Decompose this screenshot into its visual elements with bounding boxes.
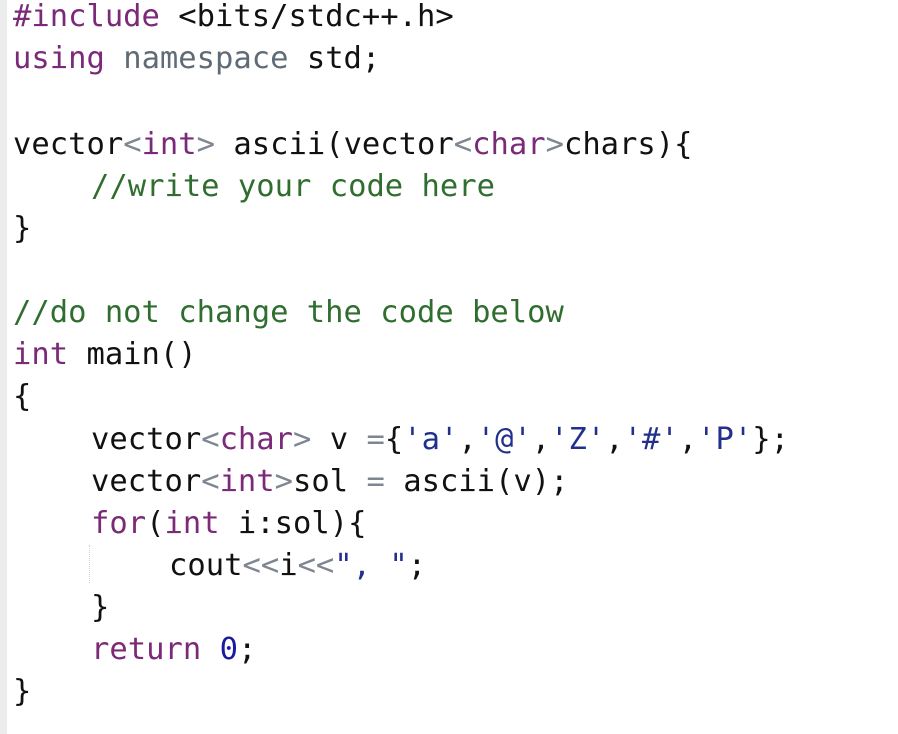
type-token: int — [219, 464, 275, 499]
code-token: , — [678, 422, 698, 457]
operator-token: > — [545, 127, 564, 162]
type-token: int — [141, 127, 197, 162]
code-token: chars){ — [563, 127, 693, 162]
code-token: } — [13, 211, 32, 246]
operator-token: < — [201, 464, 220, 499]
editor-gutter — [0, 0, 7, 734]
code-token: , — [458, 422, 477, 457]
comment-token: //write your code here — [91, 169, 495, 204]
code-line[interactable]: for(int i:sol){ — [91, 503, 366, 545]
code-token: }; — [752, 422, 789, 457]
type-token: int — [13, 337, 69, 372]
code-line[interactable]: cout<<i<<", "; — [169, 545, 426, 587]
code-token: , — [531, 422, 551, 457]
code-token: vector — [13, 127, 124, 162]
code-line[interactable]: vector<int> ascii(vector<char>chars){ — [13, 124, 693, 166]
code-token: { — [13, 379, 32, 414]
string-token: ", " — [334, 548, 408, 583]
code-line[interactable]: vector<char> v ={'a','@','Z','#','P'}; — [91, 419, 789, 461]
code-line[interactable]: using namespace std; — [13, 38, 380, 80]
code-token: std; — [288, 41, 381, 76]
code-token: v — [311, 422, 367, 457]
code-token: vector — [91, 464, 202, 499]
code-line[interactable]: } — [91, 587, 109, 629]
code-token: } — [91, 590, 110, 625]
operator-token: > — [196, 127, 216, 162]
operator-token: < — [201, 422, 220, 457]
namespace-token: namespace — [123, 41, 289, 76]
operator-token: < — [123, 127, 142, 162]
keyword-token: for — [91, 506, 147, 541]
operator-token: < — [453, 127, 473, 162]
code-line[interactable]: } — [13, 671, 31, 713]
comment-token: //do not change the code below — [13, 295, 564, 330]
code-token: vector — [91, 422, 202, 457]
operator-token: > — [274, 464, 294, 499]
code-line[interactable]: //write your code here — [91, 166, 495, 208]
string-token: 'Z' — [550, 422, 606, 457]
code-token: ascii(v); — [384, 464, 569, 499]
operator-token: << — [297, 548, 335, 583]
keyword-token: using — [13, 41, 105, 76]
code-line[interactable]: int main() — [13, 334, 197, 376]
operator-token: = — [366, 464, 385, 499]
code-token: ; — [407, 548, 427, 583]
code-line[interactable]: } — [13, 208, 31, 250]
code-token: main() — [68, 337, 197, 372]
code-token: <bits/stdc++.h> — [159, 0, 454, 34]
number-token: 0 — [219, 632, 238, 667]
code-token: ; — [237, 632, 257, 667]
keyword-token: return — [91, 632, 202, 667]
type-token: char — [219, 422, 294, 457]
code-line[interactable]: return 0; — [91, 629, 256, 671]
code-token: ascii(vector — [215, 127, 454, 162]
code-token: i:sol){ — [219, 506, 367, 541]
operator-token: > — [293, 422, 312, 457]
code-editor[interactable]: #include <bits/stdc++.h> using namespace … — [13, 0, 898, 734]
string-token: '#' — [623, 422, 679, 457]
code-line[interactable]: //do not change the code below — [13, 292, 564, 334]
code-line[interactable]: vector<int>sol = ascii(v); — [91, 461, 569, 503]
code-token: sol — [293, 464, 367, 499]
type-token: int — [164, 506, 220, 541]
code-token: cout — [169, 548, 243, 583]
code-token: } — [13, 674, 32, 709]
code-token: i — [279, 548, 298, 583]
string-token: 'a' — [403, 422, 459, 457]
code-line[interactable]: #include <bits/stdc++.h> — [13, 0, 454, 38]
indent-guide — [89, 545, 90, 583]
operator-token: = — [366, 422, 385, 457]
code-token: { — [384, 422, 404, 457]
code-token: ( — [146, 506, 165, 541]
operator-token: << — [242, 548, 280, 583]
code-line[interactable]: { — [13, 376, 31, 418]
code-token: , — [605, 422, 624, 457]
type-token: char — [472, 127, 546, 162]
string-token: '@' — [476, 422, 532, 457]
string-token: 'P' — [697, 422, 753, 457]
keyword-token: #include — [13, 0, 160, 34]
